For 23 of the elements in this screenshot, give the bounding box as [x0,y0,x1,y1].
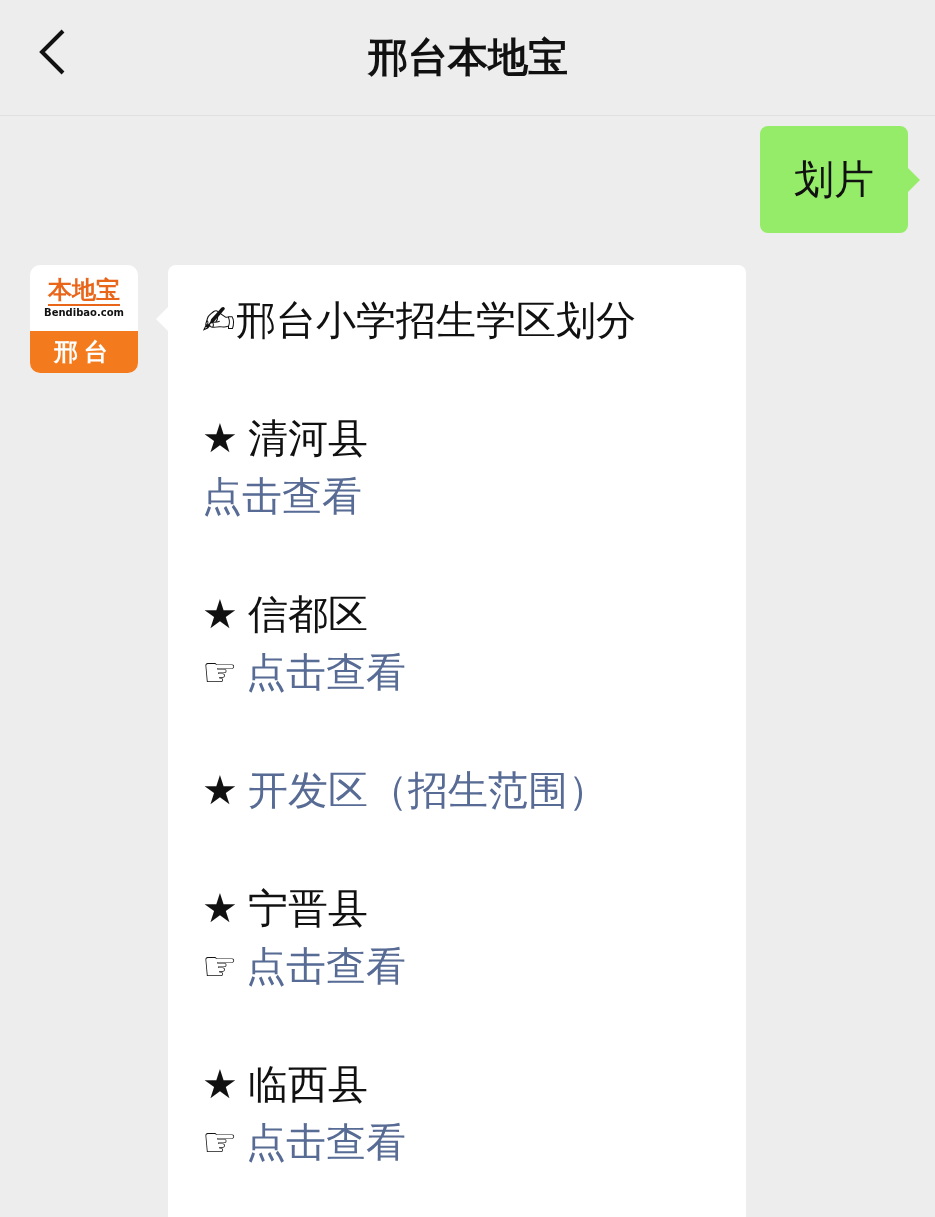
district-link[interactable]: 开发区（招生范围） [247,767,608,813]
district-name: 信都区 [247,591,368,637]
pointing-hand-icon: ☞ [202,943,238,989]
star-icon: ★ [202,1061,238,1107]
view-link[interactable]: 点击查看 [202,473,362,519]
bubble-tail [908,168,920,192]
district-name: 宁晋县 [247,885,368,931]
view-link[interactable]: 点击查看 [245,943,406,989]
sent-message: 划片 [760,126,908,233]
view-link[interactable]: 点击查看 [245,649,406,695]
star-icon: ★ [202,885,238,931]
message-title: ✍邢台小学招生学区划分 [202,296,637,345]
district-name: 临西县 [247,1061,368,1107]
account-avatar[interactable]: 本地宝 Bendibao.com 邢台 [30,265,138,373]
star-icon: ★ [202,415,238,461]
back-icon[interactable] [38,28,66,76]
star-icon: ★ [202,591,238,637]
view-link[interactable]: 点击查看 [245,1119,406,1165]
district-name: 清河县 [247,415,368,461]
pointing-hand-icon: ☞ [202,1119,238,1165]
pointing-hand-icon: ☞ [202,649,238,695]
chat-title: 邢台本地宝 [367,33,568,82]
star-icon: ★ [202,767,238,813]
